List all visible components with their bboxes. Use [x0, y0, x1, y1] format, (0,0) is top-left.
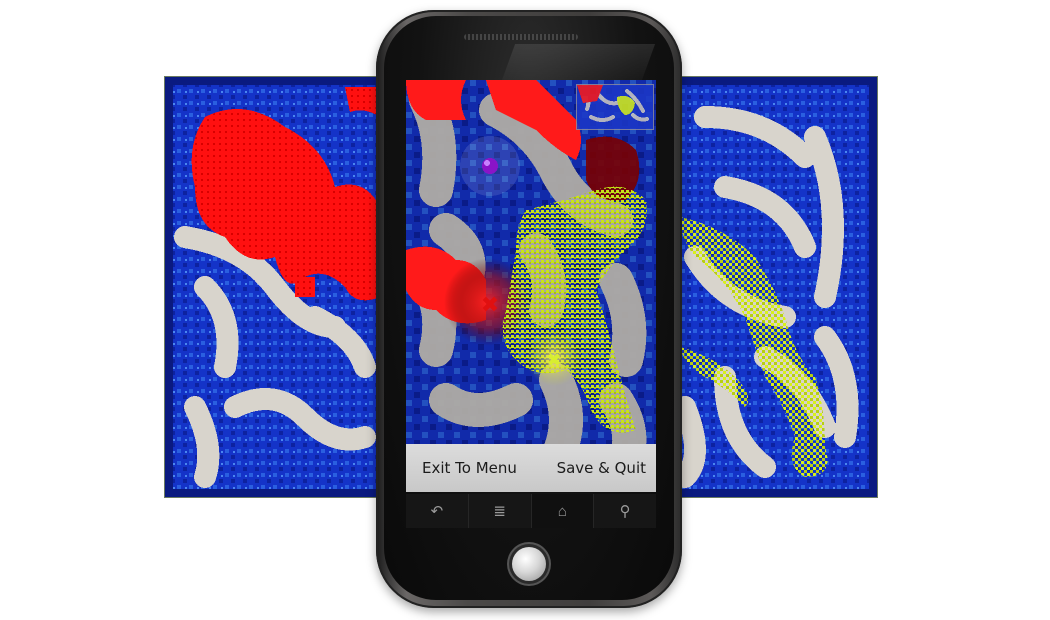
svg-text:✖: ✖: [546, 350, 561, 371]
save-and-quit-button[interactable]: Save & Quit: [557, 459, 646, 477]
trackball-button[interactable]: [512, 547, 546, 581]
back-key[interactable]: ↶: [406, 494, 469, 528]
search-key[interactable]: ⚲: [594, 494, 656, 528]
back-arrow-icon: ↶: [430, 503, 444, 520]
earpiece-speaker: [464, 34, 578, 40]
menu-lines-icon: ≣: [493, 503, 506, 520]
svg-text:✖: ✖: [481, 293, 499, 318]
game-menu-bar: Exit To Menu Save & Quit: [406, 444, 656, 492]
minimap[interactable]: [576, 84, 654, 130]
android-softkey-bar: ↶ ≣ ⌂ ⚲: [406, 494, 656, 528]
search-icon: ⚲: [619, 503, 631, 520]
game-viewport[interactable]: ✖ ✖ Exit To Menu Save & Quit: [406, 80, 656, 492]
home-icon: ⌂: [557, 502, 567, 520]
home-key[interactable]: ⌂: [531, 494, 595, 528]
menu-key[interactable]: ≣: [469, 494, 532, 528]
exit-to-menu-button[interactable]: Exit To Menu: [422, 459, 517, 477]
